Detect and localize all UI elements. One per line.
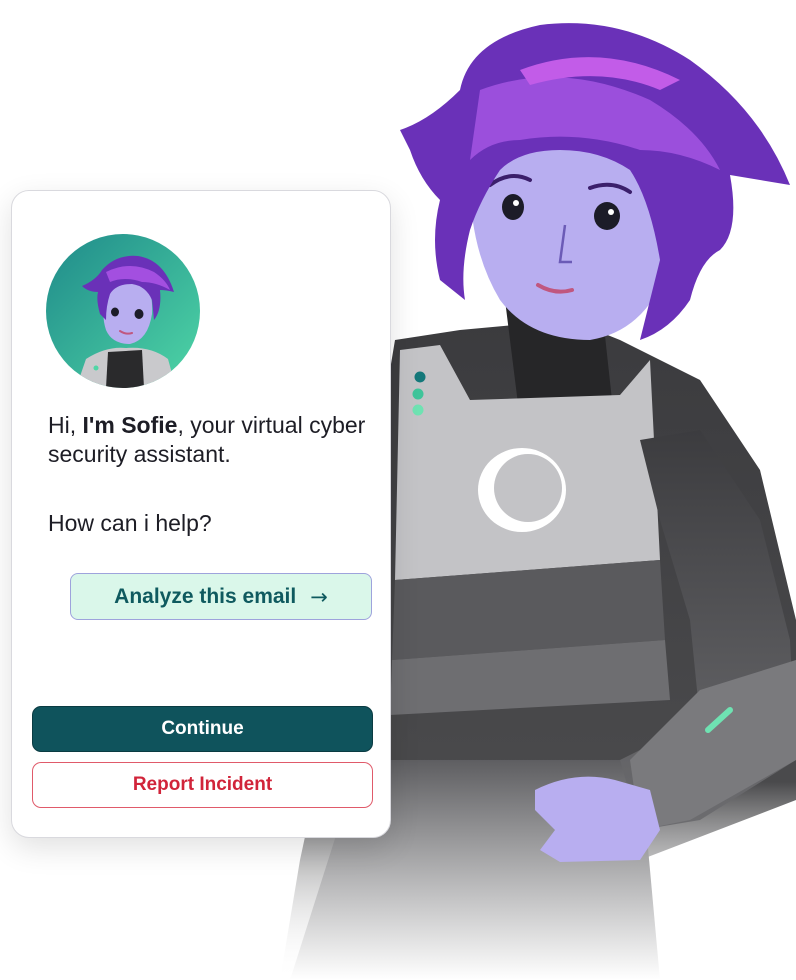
assistant-card: Hi, I'm Sofie, your virtual cyber securi… xyxy=(11,190,391,838)
arrow-right-icon: → xyxy=(310,584,328,609)
greeting-prefix: Hi, xyxy=(48,412,83,438)
analyze-email-button[interactable]: Analyze this email → xyxy=(70,573,372,620)
report-incident-button[interactable]: Report Incident xyxy=(32,762,373,808)
analyze-email-label: Analyze this email xyxy=(114,584,297,608)
assistant-name: I'm Sofie xyxy=(82,412,178,438)
continue-button[interactable]: Continue xyxy=(32,706,373,752)
help-prompt: How can i help? xyxy=(48,510,212,536)
avatar xyxy=(46,234,200,388)
greeting-text: Hi, I'm Sofie, your virtual cyber securi… xyxy=(48,411,378,469)
